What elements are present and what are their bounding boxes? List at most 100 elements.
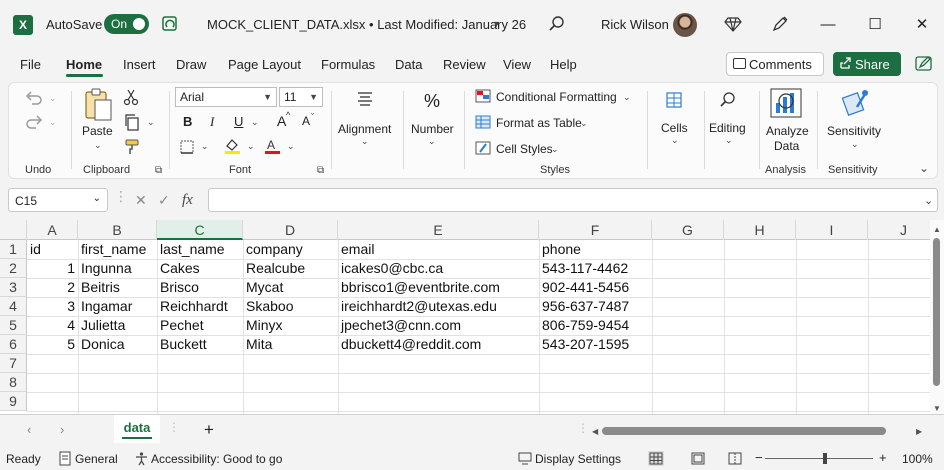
cell-styles-chevron-icon[interactable]: ⌄ [551,144,559,155]
cell-a4[interactable]: 3 [27,297,78,316]
cell-b6[interactable]: Donica [78,335,157,354]
cut-icon[interactable] [123,88,139,106]
cell-c1[interactable]: last_name [157,240,243,259]
display-settings-button[interactable]: Display Settings [535,452,621,466]
row-header-2[interactable]: 2 [0,259,27,278]
cell-e3[interactable]: bbrisco1@eventbrite.com [338,278,539,297]
status-accessibility[interactable]: Accessibility: Good to go [151,452,282,466]
cell-a5[interactable]: 4 [27,316,78,335]
name-box-chevron-icon[interactable]: ⌄ [93,193,101,204]
number-button[interactable]: Number [411,122,454,136]
cell-f6[interactable]: 543-207-1595 [539,335,652,354]
tab-draw[interactable]: Draw [176,57,206,72]
zoom-out-button[interactable]: − [755,450,763,465]
formula-input[interactable] [208,188,938,212]
close-button[interactable]: ✕ [910,12,934,36]
format-as-table-icon[interactable] [475,115,491,129]
tab-help[interactable]: Help [550,57,577,72]
tab-page-layout[interactable]: Page Layout [228,57,301,72]
underline-button[interactable]: U [234,114,243,129]
font-color-chevron-icon[interactable]: ⌄ [287,141,295,152]
sensitivity-icon[interactable] [841,87,871,117]
cell-e4[interactable]: ireichhardt2@utexas.edu [338,297,539,316]
tab-view[interactable]: View [503,57,531,72]
cell-styles-button[interactable]: Cell Styles [496,142,553,156]
shrink-font-button[interactable]: A [302,114,310,128]
bold-button[interactable]: B [183,114,192,129]
maximize-button[interactable]: ☐ [863,12,887,36]
cell-b4[interactable]: Ingamar [78,297,157,316]
cells-chevron-icon[interactable]: ⌄ [671,135,679,146]
alignment-chevron-icon[interactable]: ⌄ [361,136,369,147]
tab-home[interactable]: Home [66,57,102,72]
document-title[interactable]: MOCK_CLIENT_DATA.xlsx • Last Modified: J… [207,17,526,32]
column-header-f[interactable]: F [539,220,652,240]
conditional-formatting-icon[interactable] [475,89,491,103]
tab-insert[interactable]: Insert [123,57,156,72]
font-launcher-icon[interactable]: ⧉ [317,165,324,176]
next-sheet-arrow-icon[interactable]: › [60,422,64,437]
cell-b2[interactable]: Ingunna [78,259,157,278]
grow-font-button[interactable]: A [277,113,286,129]
column-header-c[interactable]: C [157,220,243,240]
row-header-9[interactable]: 9 [0,392,27,411]
cell-f4[interactable]: 956-637-7487 [539,297,652,316]
column-header-a[interactable]: A [27,220,78,240]
column-header-b[interactable]: B [78,220,157,240]
row-header-6[interactable]: 6 [0,335,27,354]
zoom-level[interactable]: 100% [902,452,933,466]
cell-f1[interactable]: phone [539,240,652,259]
italic-button[interactable]: I [210,114,214,130]
cell-e2[interactable]: icakes0@cbc.ca [338,259,539,278]
enter-icon[interactable]: ✓ [158,192,170,209]
row-header-4[interactable]: 4 [0,297,27,316]
column-header-h[interactable]: H [724,220,796,240]
status-general[interactable]: General [75,452,118,466]
cell-d3[interactable]: Mycat [243,278,338,297]
column-header-d[interactable]: D [243,220,338,240]
add-sheet-button[interactable]: + [204,420,214,440]
cell-c4[interactable]: Reichhardt [157,297,243,316]
pen-icon[interactable] [771,15,789,33]
spreadsheet-grid[interactable]: A B C D E F G H I J 1 2 3 4 5 6 7 8 9 id… [0,220,944,414]
prev-sheet-arrow-icon[interactable]: ‹ [27,422,31,437]
undo-chevron-icon[interactable]: ⌄ [49,93,57,104]
sensitivity-chevron-icon[interactable]: ⌄ [851,139,859,150]
analyze-data-line2[interactable]: Data [774,139,799,153]
cell-b1[interactable]: first_name [78,240,157,259]
analyze-data-line1[interactable]: Analyze [766,124,809,138]
title-chevron-down-icon[interactable]: ▼ [492,19,501,29]
editing-chevron-icon[interactable]: ⌄ [725,135,733,146]
zoom-slider[interactable] [765,458,873,459]
percent-icon[interactable]: % [424,91,440,112]
page-layout-view-icon[interactable] [690,451,706,466]
cell-d4[interactable]: Skaboo [243,297,338,316]
cell-c2[interactable]: Cakes [157,259,243,278]
row-header-3[interactable]: 3 [0,278,27,297]
scroll-down-arrow-icon[interactable]: ▼ [933,404,941,413]
name-box[interactable]: C15 ⌄ [8,188,108,212]
fill-chevron-icon[interactable]: ⌄ [247,141,255,152]
copy-icon[interactable] [123,113,141,131]
share-button[interactable]: Share [833,52,901,76]
font-name-select[interactable]: Arial ▼ [175,87,277,107]
undo-icon[interactable] [23,89,45,107]
column-header-g[interactable]: G [652,220,724,240]
cell-e6[interactable]: dbuckett4@reddit.com [338,335,539,354]
sensitivity-button[interactable]: Sensitivity [827,124,881,138]
cell-b5[interactable]: Julietta [78,316,157,335]
row-header-5[interactable]: 5 [0,316,27,335]
underline-chevron-icon[interactable]: ⌄ [251,117,259,128]
cell-e1[interactable]: email [338,240,539,259]
clipboard-launcher-icon[interactable]: ⧉ [155,165,162,176]
zoom-in-button[interactable]: + [879,450,887,465]
alignment-icon[interactable] [356,91,374,107]
analyze-data-icon[interactable] [769,87,803,119]
ribbon-collapse-chevron-icon[interactable]: ⌄ [919,161,929,175]
format-as-table-button[interactable]: Format as Table [496,116,582,130]
cell-d1[interactable]: company [243,240,338,259]
paste-chevron-icon[interactable]: ⌄ [94,140,102,151]
cell-f2[interactable]: 543-117-4462 [539,259,652,278]
tab-formulas[interactable]: Formulas [321,57,375,72]
cell-a3[interactable]: 2 [27,278,78,297]
